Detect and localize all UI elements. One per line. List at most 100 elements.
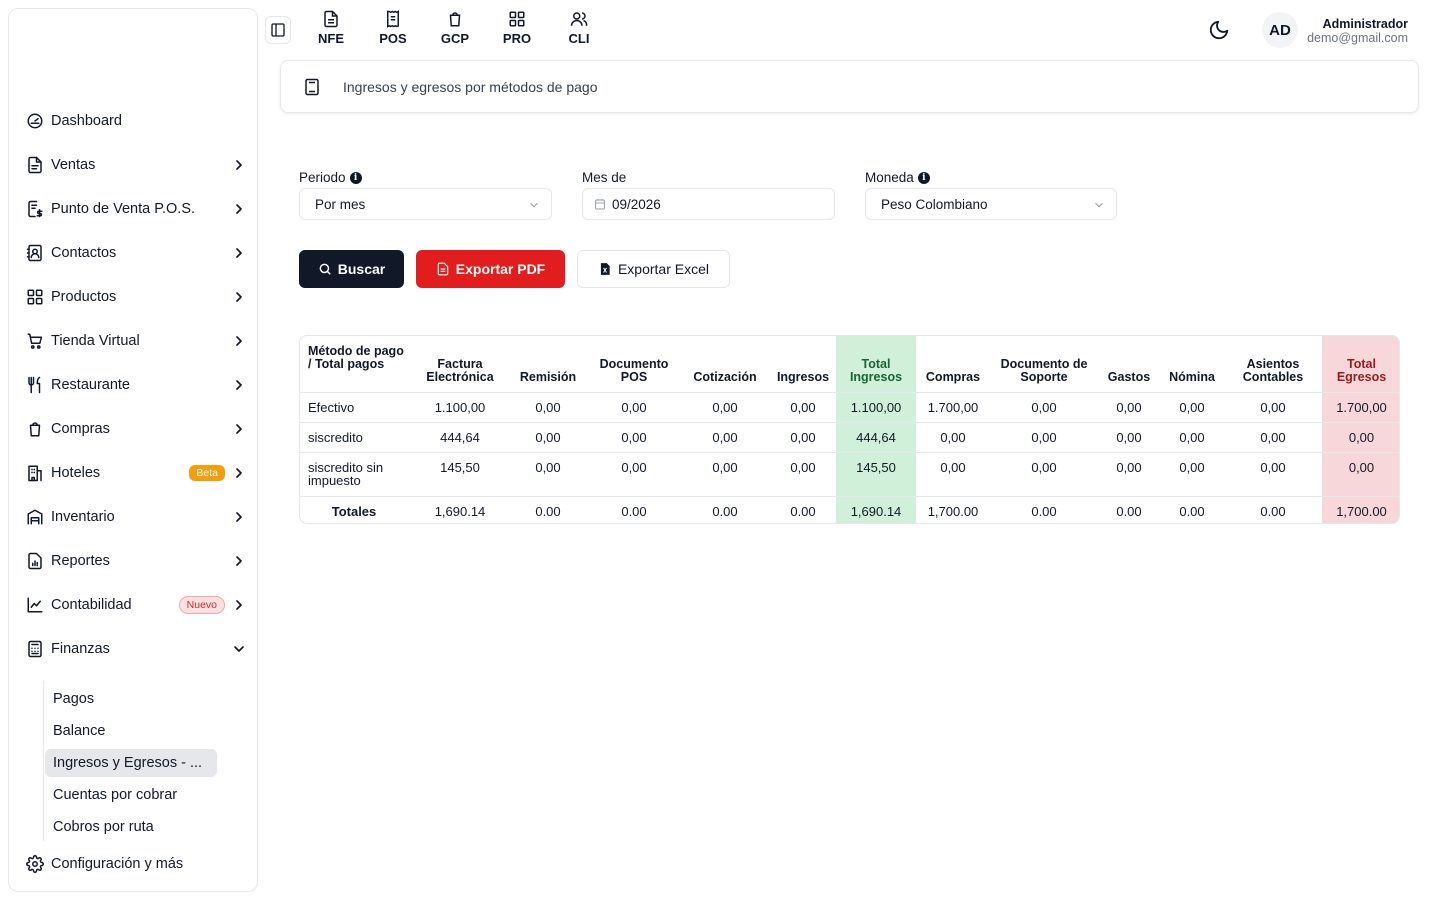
submenu-item-ingresos-y-egresos[interactable]: Ingresos y Egresos - ... xyxy=(45,749,217,777)
sidebar-item-configuracion[interactable]: Configuración y más xyxy=(25,850,247,878)
panel-left-icon xyxy=(271,23,285,37)
sidebar-item-label: Dashboard xyxy=(51,113,122,129)
periodo-select[interactable]: Por mes xyxy=(299,188,552,220)
module-pos[interactable]: POS xyxy=(362,10,424,46)
sidebar-item-label: Finanzas xyxy=(51,641,110,657)
cart-icon xyxy=(25,331,45,351)
sidebar-item-contactos[interactable]: Contactos xyxy=(25,239,247,267)
table-total-cell: 0.00 xyxy=(1179,503,1205,519)
table-cell: 0,00 xyxy=(1322,452,1399,497)
submenu-item-balance[interactable]: Balance xyxy=(45,717,217,745)
sidebar-item-contabilidad[interactable]: Contabilidad Nuevo xyxy=(25,591,247,619)
export-pdf-label: Exportar PDF xyxy=(455,261,546,277)
search-icon xyxy=(319,263,331,275)
chevron-right-icon xyxy=(231,465,247,481)
table-header-row: Método de pago / Total pagos Factura Elec… xyxy=(300,336,1399,393)
export-excel-label: Exportar Excel xyxy=(617,261,710,277)
sidebar-item-punto-de-venta-p-o-s[interactable]: Punto de Venta P.O.S. xyxy=(25,195,247,223)
sidebar-item-label: Reportes xyxy=(51,553,110,569)
shopping-bag-icon xyxy=(449,12,461,27)
submenu-item-cobros-por-ruta[interactable]: Cobros por ruta xyxy=(45,813,217,841)
moon-icon[interactable] xyxy=(1208,19,1230,41)
moneda-select[interactable]: Peso Colombiano xyxy=(865,188,1117,220)
avatar[interactable]: AD xyxy=(1262,12,1298,48)
sidebar-item-ventas[interactable]: Ventas xyxy=(25,151,247,179)
submenu-item-cuentas-por-cobrar[interactable]: Cuentas por cobrar xyxy=(45,781,217,809)
submenu-item-pagos[interactable]: Pagos xyxy=(45,685,217,713)
export-pdf-button[interactable]: Exportar PDF xyxy=(416,250,565,288)
chevron-down-icon xyxy=(1095,202,1103,208)
chevron-right-icon xyxy=(231,597,247,613)
periodo-value: Por mes xyxy=(315,196,366,212)
periodo-label: Periodo i xyxy=(299,170,362,185)
column-header-nomina: Nómina xyxy=(1160,336,1224,393)
contact-book-icon xyxy=(25,243,45,263)
table-cell: 0,00 xyxy=(588,452,680,497)
export-excel-button[interactable]: Exportar Excel xyxy=(577,250,730,288)
chart-icon xyxy=(25,595,45,615)
table-row: Efectivo 1.100,00 0,00 0,00 0,00 0,00 1.100,00… xyxy=(300,392,1399,423)
grid-icon xyxy=(509,11,525,27)
sidebar-item-label: Inventario xyxy=(51,509,115,525)
table-totals-row: Totales 1,690.14 0.00 0.00 0.00 0.00 1,690.14 1… xyxy=(300,496,1399,523)
table-cell: 0,00 xyxy=(1160,392,1224,423)
sidebar-item-reportes[interactable]: Reportes xyxy=(25,547,247,575)
table-body: Efectivo 1.100,00 0,00 0,00 0,00 0,00 1.100,00… xyxy=(300,392,1399,523)
sidebar-item-label: Configuración y más xyxy=(51,856,184,872)
status-badge: Nuevo xyxy=(178,596,225,614)
table-cell: 0,00 xyxy=(916,422,990,453)
mes-value: 09/2026 xyxy=(612,196,661,212)
sidebar-item-dashboard[interactable]: Dashboard xyxy=(25,107,247,135)
module-gcp[interactable]: GCP xyxy=(424,10,486,46)
sidebar-toggle-button[interactable] xyxy=(265,16,291,44)
moneda-value: Peso Colombiano xyxy=(881,196,988,212)
sidebar-item-productos[interactable]: Productos xyxy=(25,283,247,311)
table-total-cell: 0.00 xyxy=(790,503,816,519)
search-button[interactable]: Buscar xyxy=(299,250,404,288)
module-pro[interactable]: PRO xyxy=(486,10,548,46)
table-cell: siscredito sin impuesto xyxy=(300,452,412,497)
column-header-gastos: Gastos xyxy=(1098,336,1160,393)
module-cli[interactable]: CLI xyxy=(548,10,610,46)
table-total-cell: Totales xyxy=(331,503,377,519)
module-nfe[interactable]: NFE xyxy=(300,10,362,46)
table-cell: 0,00 xyxy=(990,422,1098,453)
info-icon[interactable]: i xyxy=(917,171,930,184)
table-cell: 0,00 xyxy=(770,392,836,423)
table-cell: Efectivo xyxy=(300,392,412,423)
module-label: PRO xyxy=(502,31,532,46)
table-cell: 444,64 xyxy=(836,422,916,453)
excel-file-icon xyxy=(600,263,610,275)
table-cell: 0,00 xyxy=(508,452,588,497)
column-header-factura-electronica: Factura Electrónica xyxy=(412,336,508,393)
column-header-documento-pos: Documento POS xyxy=(588,336,680,393)
module-label: GCP xyxy=(440,31,470,46)
info-icon[interactable]: i xyxy=(349,171,362,184)
sidebar-item-restaurante[interactable]: Restaurante xyxy=(25,371,247,399)
sidebar-item-inventario[interactable]: Inventario xyxy=(25,503,247,531)
utensils-icon xyxy=(25,375,45,395)
chevron-right-icon xyxy=(231,245,247,261)
search-button-label: Buscar xyxy=(337,261,386,277)
sidebar-item-label: Hoteles xyxy=(51,465,101,481)
table-cell: 0,00 xyxy=(770,422,836,453)
calculator-icon xyxy=(25,639,45,659)
table-cell: 145,50 xyxy=(836,452,916,497)
chevron-right-icon xyxy=(231,421,247,437)
sidebar-item-label: Compras xyxy=(51,421,110,437)
payments-table: Método de pago / Total pagos Factura Elec… xyxy=(300,336,1399,523)
table-cell: 0,00 xyxy=(508,422,588,453)
table-cell: 145,50 xyxy=(412,452,508,497)
sidebar: Dashboard Ventas Punto de Venta P.O.S. Cont… xyxy=(8,8,258,892)
table-cell: 0,00 xyxy=(1224,422,1322,453)
sidebar-item-label: Punto de Venta P.O.S. xyxy=(51,201,196,217)
sidebar-item-tienda-virtual[interactable]: Tienda Virtual xyxy=(25,327,247,355)
sidebar-item-hoteles[interactable]: Hoteles Beta xyxy=(25,459,247,487)
sidebar-item-compras[interactable]: Compras xyxy=(25,415,247,443)
table-total-cell: 1,690.14 xyxy=(836,496,916,523)
mes-date-input[interactable]: 09/2026 xyxy=(582,188,835,220)
sidebar-item-finanzas[interactable]: Finanzas xyxy=(25,635,247,663)
table-cell: 0,00 xyxy=(1098,452,1160,497)
column-header-remision: Remisión xyxy=(508,336,588,393)
table-cell: 0,00 xyxy=(990,452,1098,497)
